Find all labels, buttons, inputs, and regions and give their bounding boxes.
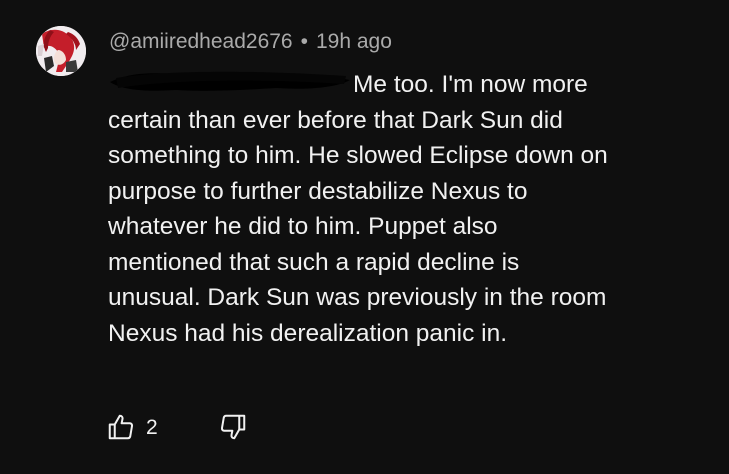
- comment-timestamp[interactable]: 19h ago: [316, 30, 392, 53]
- avatar[interactable]: [36, 26, 86, 76]
- comment-line: certain than ever before that Dark Sun d…: [108, 106, 563, 134]
- redaction-scribble: [106, 66, 354, 96]
- dislike-button[interactable]: [216, 410, 250, 444]
- comment-line: whatever he did to him. Puppet also: [108, 213, 498, 240]
- comment-thread: @amiiredhead2676 • 19h ago Me too. I'm now…: [0, 0, 729, 474]
- thumbs-up-icon: [108, 414, 134, 440]
- comment-line: Me too. I'm now more: [353, 71, 588, 98]
- avatar-image: [36, 26, 86, 76]
- comment-meta: @amiiredhead2676 • 19h ago: [109, 30, 392, 54]
- comment-body: Me too. I'm now more certain than ever b…: [108, 67, 718, 351]
- like-count: 2: [146, 416, 158, 439]
- meta-separator: •: [300, 30, 308, 53]
- comment-line: Nexus had his derealization panic in.: [108, 319, 508, 347]
- comment-line: mentioned that such a rapid decline is: [108, 248, 520, 276]
- comment-line: something to him. He slowed Eclipse down…: [108, 142, 608, 169]
- like-button[interactable]: [104, 410, 138, 444]
- comment-line: unusual. Dark Sun was previously in the …: [108, 284, 607, 311]
- comment-line: purpose to further destabilize Nexus to: [108, 177, 528, 205]
- author-name[interactable]: @amiiredhead2676: [109, 30, 293, 53]
- thumbs-down-icon: [220, 414, 246, 440]
